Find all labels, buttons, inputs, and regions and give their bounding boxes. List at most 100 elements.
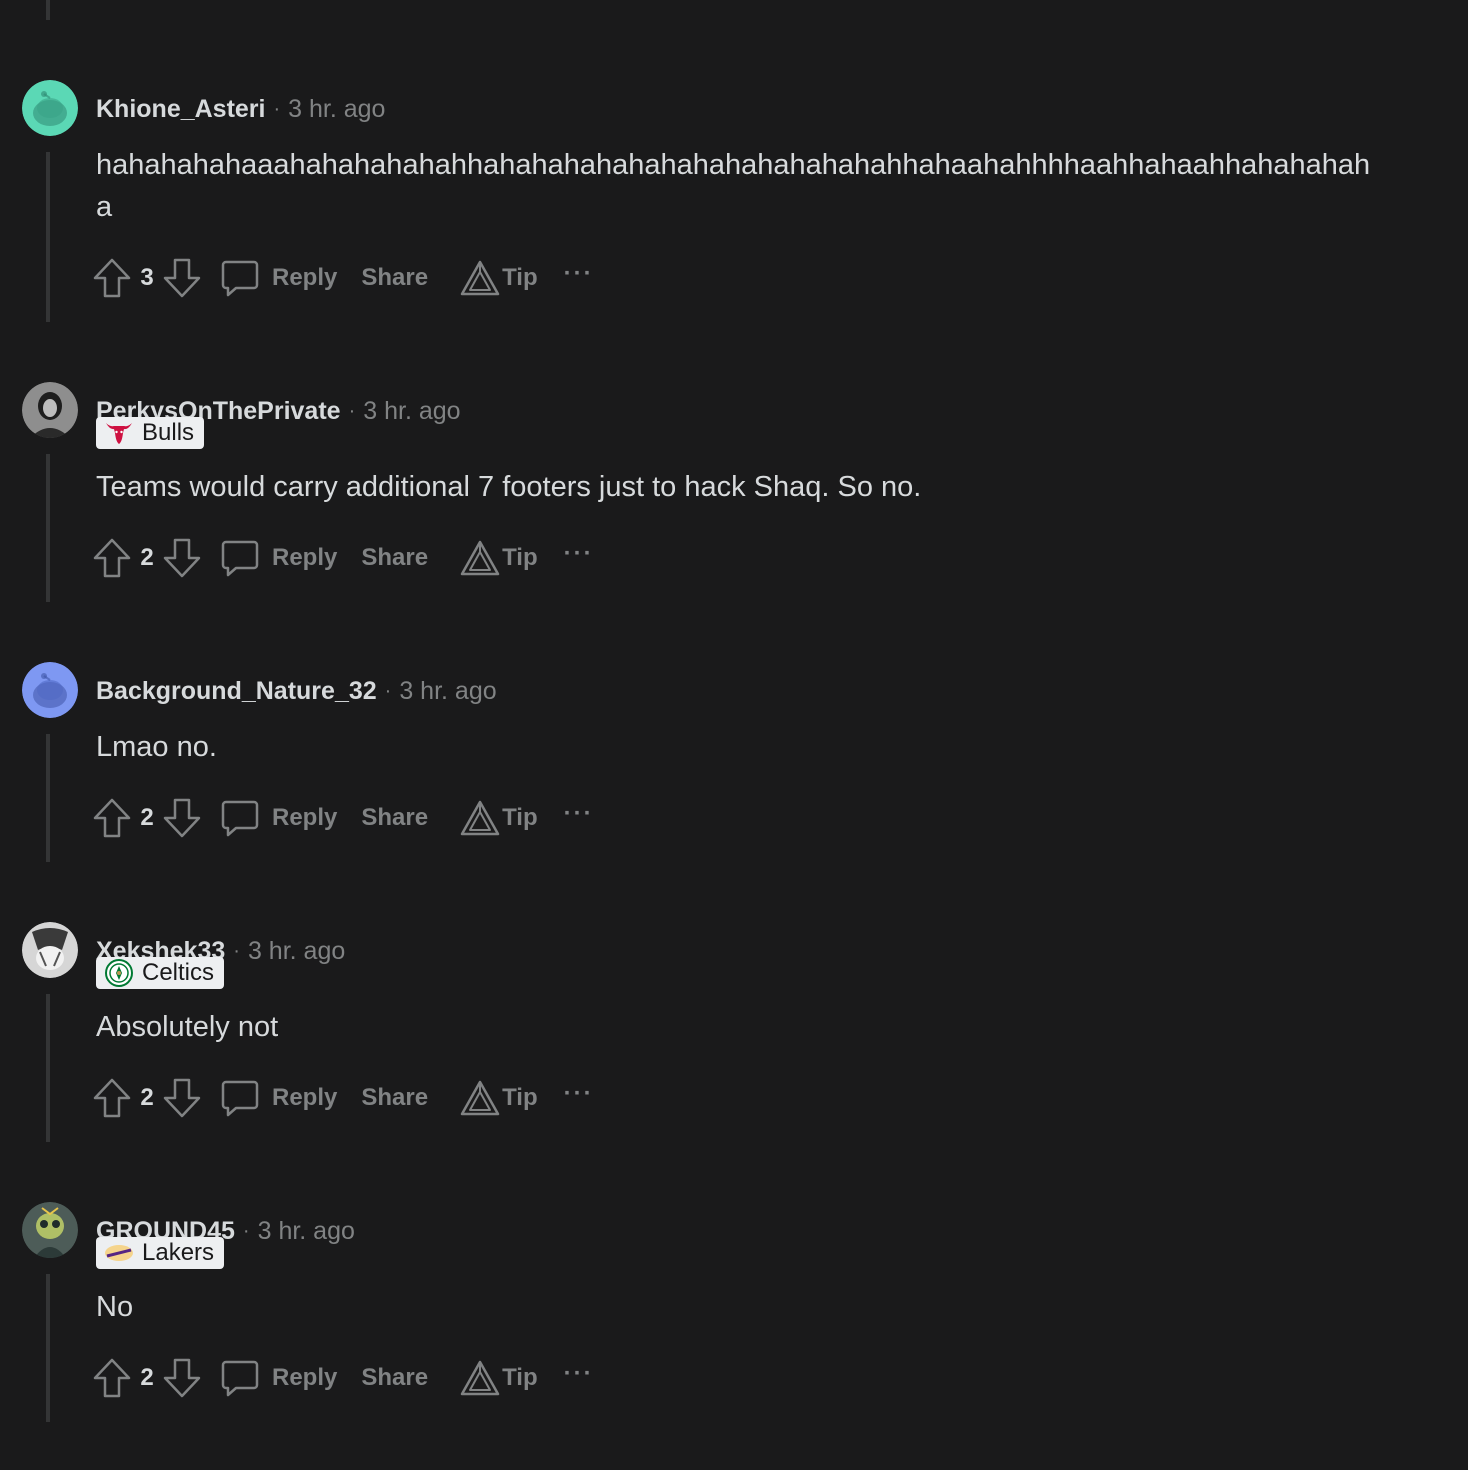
timestamp[interactable]: 3 hr. ago [248, 937, 345, 966]
share-label: Share [361, 1084, 429, 1111]
downvote-arrow-icon [163, 258, 201, 298]
share-button[interactable]: Share [361, 256, 428, 300]
tip-triangle-icon [460, 260, 500, 296]
reply-button[interactable]: Reply [220, 256, 337, 300]
avatar[interactable] [22, 662, 78, 718]
more-options-button[interactable]: ··· [564, 540, 594, 568]
tip-button[interactable]: Tip [460, 1076, 538, 1120]
separator: · [242, 1219, 250, 1242]
avatar[interactable] [22, 922, 78, 978]
separator: · [384, 679, 392, 702]
timestamp[interactable]: 3 hr. ago [258, 1217, 355, 1246]
tip-button[interactable]: Tip [460, 256, 538, 300]
comment-thread: Khione_Asteri · 3 hr. ago hahahahahaaaha… [0, 0, 1468, 1470]
tip-button[interactable]: Tip [460, 796, 538, 840]
vote-score: 3 [140, 264, 154, 291]
downvote-arrow-icon [163, 1358, 201, 1398]
share-button[interactable]: Share [361, 536, 428, 580]
avatar[interactable] [22, 80, 78, 136]
share-label: Share [361, 804, 429, 831]
celtics-logo-icon [104, 959, 134, 987]
avatar[interactable] [22, 382, 78, 438]
downvote-button[interactable] [162, 1356, 202, 1400]
reply-label: Reply [272, 1364, 338, 1391]
downvote-button[interactable] [162, 1076, 202, 1120]
vote-score: 2 [140, 1084, 154, 1111]
tip-button[interactable]: Tip [460, 1356, 538, 1400]
reply-button[interactable]: Reply [220, 1356, 337, 1400]
comment-body: No [96, 1291, 134, 1323]
timestamp[interactable]: 3 hr. ago [399, 677, 496, 706]
more-options-button[interactable]: ··· [564, 260, 594, 288]
comment-actions: 2 Reply Share Tip ··· [92, 796, 594, 840]
downvote-button[interactable] [162, 796, 202, 840]
timestamp[interactable]: 3 hr. ago [288, 95, 385, 124]
user-flair: Lakers [96, 1237, 225, 1269]
share-button[interactable]: Share [361, 1076, 428, 1120]
comment-bubble-icon [221, 260, 259, 297]
separator: · [233, 939, 240, 962]
share-label: Share [361, 264, 429, 291]
comment-actions: 3 Reply Share Tip ··· [92, 256, 594, 300]
thread-line[interactable] [46, 994, 50, 1142]
comment-actions: 2 Reply Share Tip ··· [92, 1076, 594, 1120]
upvote-button[interactable] [92, 796, 132, 840]
tip-label: Tip [502, 1364, 538, 1391]
thread-line[interactable] [46, 1274, 50, 1422]
flair-label: Lakers [142, 1239, 215, 1266]
timestamp[interactable]: 3 hr. ago [363, 397, 460, 426]
vote-score: 2 [140, 1364, 154, 1391]
reply-button[interactable]: Reply [220, 796, 337, 840]
snoo-avatar-icon [22, 80, 78, 136]
upvote-arrow-icon [93, 798, 131, 838]
more-options-button[interactable]: ··· [564, 1360, 594, 1388]
comment-bubble-icon [221, 1080, 259, 1117]
downvote-arrow-icon [163, 538, 201, 578]
more-options-button[interactable]: ··· [564, 1080, 594, 1108]
comment-body: Lmao no. [96, 731, 217, 763]
thread-line[interactable] [46, 454, 50, 602]
downvote-button[interactable] [162, 536, 202, 580]
share-button[interactable]: Share [361, 796, 428, 840]
upvote-arrow-icon [93, 538, 131, 578]
user-flair: Bulls [96, 417, 205, 449]
username[interactable]: Background_Nature_32 [96, 677, 377, 706]
comment-actions: 2 Reply Share Tip ··· [92, 536, 594, 580]
reply-button[interactable]: Reply [220, 1076, 337, 1120]
tip-label: Tip [502, 264, 538, 291]
thread-line[interactable] [46, 734, 50, 862]
comment-bubble-icon [221, 1360, 259, 1397]
comment-bubble-icon [221, 800, 259, 837]
share-label: Share [361, 1364, 429, 1391]
downvote-arrow-icon [163, 798, 201, 838]
comment-meta: Background_Nature_32 · 3 hr. ago [96, 674, 497, 708]
upvote-button[interactable] [92, 256, 132, 300]
username[interactable]: Khione_Asteri [96, 95, 265, 124]
comment-bubble-icon [221, 540, 259, 577]
comment-actions: 2 Reply Share Tip ··· [92, 1356, 594, 1400]
user-photo-icon [22, 1202, 78, 1258]
user-flair: Celtics [96, 957, 225, 989]
tip-label: Tip [502, 544, 538, 571]
vote-score: 2 [140, 544, 154, 571]
reply-label: Reply [272, 264, 338, 291]
upvote-arrow-icon [93, 1358, 131, 1398]
reply-label: Reply [272, 544, 338, 571]
more-options-button[interactable]: ··· [564, 800, 594, 828]
reply-button[interactable]: Reply [220, 536, 337, 580]
lakers-logo-icon [104, 1240, 134, 1266]
separator: · [273, 97, 281, 120]
flair-label: Bulls [142, 419, 195, 446]
upvote-button[interactable] [92, 536, 132, 580]
thread-line[interactable] [46, 0, 50, 20]
upvote-button[interactable] [92, 1076, 132, 1120]
tip-triangle-icon [460, 1360, 500, 1396]
upvote-button[interactable] [92, 1356, 132, 1400]
avatar[interactable] [22, 1202, 78, 1258]
thread-line[interactable] [46, 152, 50, 322]
downvote-button[interactable] [162, 256, 202, 300]
reply-label: Reply [272, 1084, 338, 1111]
separator: · [348, 399, 356, 422]
share-button[interactable]: Share [361, 1356, 428, 1400]
tip-button[interactable]: Tip [460, 536, 538, 580]
